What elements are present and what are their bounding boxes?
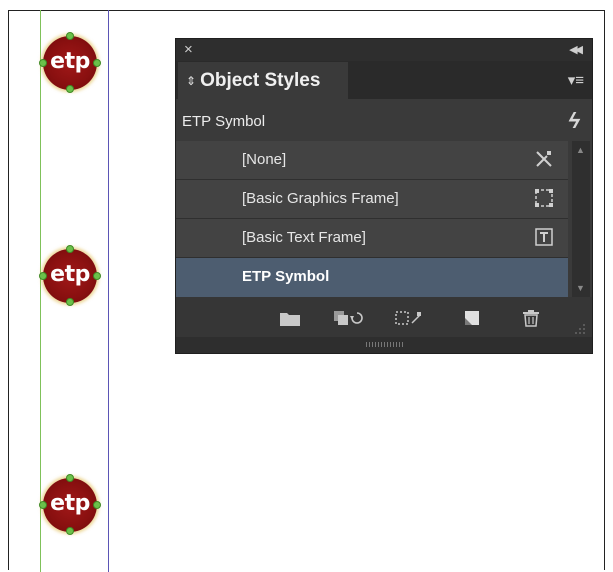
selection-handle[interactable] — [66, 32, 74, 40]
text-frame-icon — [535, 228, 553, 246]
panel-bottom-toolbar — [176, 297, 592, 337]
style-row-label: [None] — [242, 151, 287, 168]
selection-handle[interactable] — [66, 527, 74, 535]
style-row-label: [Basic Text Frame] — [242, 229, 366, 246]
new-style-icon[interactable] — [462, 309, 484, 327]
panel-tabbar: ⇕ Object Styles ▾≡ — [176, 61, 592, 99]
new-group-icon[interactable] — [279, 309, 301, 327]
object-styles-panel: × ◀◀ ⇕ Object Styles ▾≡ ETP Symbol ϟ [No… — [175, 38, 593, 354]
etp-symbol-label: etp — [50, 491, 90, 516]
none-style-icon — [536, 151, 552, 167]
clear-non-defined-icon[interactable] — [394, 309, 424, 327]
current-style-bar: ETP Symbol ϟ — [176, 105, 592, 141]
etp-symbol[interactable]: etp — [39, 32, 101, 93]
panel-menu-icon[interactable]: ▾≡ — [568, 71, 584, 89]
scroll-down-icon[interactable]: ▼ — [576, 283, 585, 293]
selection-handle[interactable] — [66, 85, 74, 93]
quick-apply-icon[interactable]: ϟ — [568, 108, 580, 134]
guide-line-green — [40, 10, 41, 572]
etp-symbol[interactable]: etp — [39, 474, 101, 535]
delete-icon[interactable] — [520, 309, 542, 327]
panel-titlebar[interactable]: × ◀◀ — [176, 39, 592, 61]
clear-overrides-icon[interactable] — [333, 309, 363, 327]
etp-symbol-label: etp — [50, 262, 90, 287]
selection-handle[interactable] — [93, 272, 101, 280]
style-list: [None] [Basic Graphics Frame] [Basic Tex… — [176, 141, 592, 297]
etp-symbol[interactable]: etp — [39, 245, 101, 306]
style-row-basic-graphics-frame[interactable]: [Basic Graphics Frame] — [176, 180, 568, 219]
selection-handle[interactable] — [39, 59, 47, 67]
resize-grip-icon[interactable] — [574, 323, 586, 335]
style-row-label: ETP Symbol — [242, 268, 330, 285]
close-icon[interactable]: × — [184, 41, 193, 58]
tab-object-styles[interactable]: ⇕ Object Styles — [178, 62, 348, 99]
tab-object-styles-label: Object Styles — [200, 69, 321, 91]
selection-handle[interactable] — [93, 59, 101, 67]
current-style-name: ETP Symbol — [182, 113, 266, 130]
resize-handle-icon[interactable] — [366, 342, 404, 347]
etp-symbol-label: etp — [50, 49, 90, 74]
style-row-label: [Basic Graphics Frame] — [242, 190, 399, 207]
scroll-up-icon[interactable]: ▲ — [576, 145, 585, 155]
selection-handle[interactable] — [66, 474, 74, 482]
style-row-basic-text-frame[interactable]: [Basic Text Frame] — [176, 219, 568, 258]
collapse-panel-icon[interactable]: ◀◀ — [569, 43, 583, 56]
selection-handle[interactable] — [66, 245, 74, 253]
margin-line-blue — [108, 10, 109, 572]
graphics-frame-icon — [535, 189, 553, 207]
selection-handle[interactable] — [93, 501, 101, 509]
style-row-none[interactable]: [None] — [176, 141, 568, 180]
style-row-etp-symbol[interactable]: ETP Symbol — [176, 258, 568, 297]
panel-resize-bar[interactable] — [176, 337, 592, 353]
selection-handle[interactable] — [66, 298, 74, 306]
style-list-scrollbar[interactable]: ▲ ▼ — [572, 141, 590, 297]
selection-handle[interactable] — [39, 272, 47, 280]
updown-arrows-icon: ⇕ — [186, 73, 197, 88]
selection-handle[interactable] — [39, 501, 47, 509]
